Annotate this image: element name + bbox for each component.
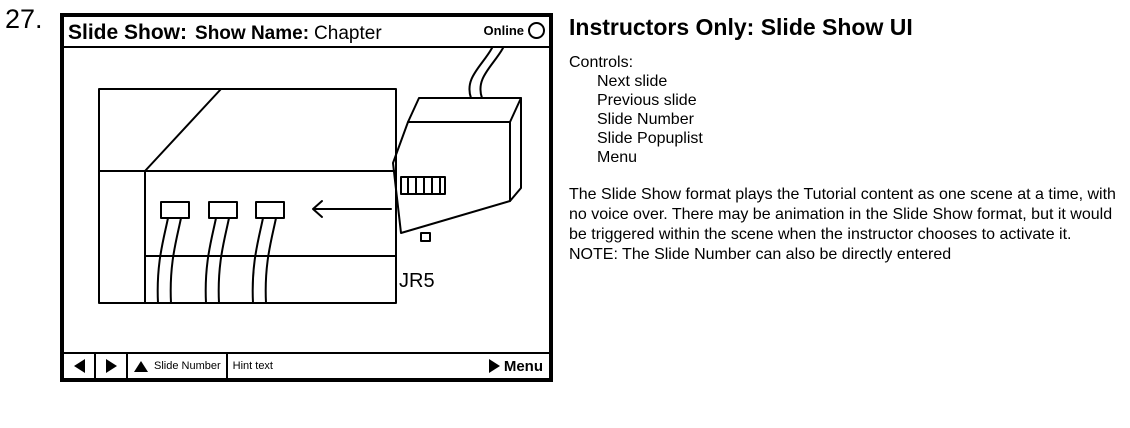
cable-2a [204,217,217,304]
show-name-label: Show Name: [195,23,310,44]
show-name-value: Chapter [314,23,382,44]
connector-cable-b [479,48,504,99]
notes-heading: Instructors Only: Slide Show UI [569,14,913,40]
slide-content: JR5 [98,48,522,304]
previous-slide-button[interactable] [64,354,96,378]
port-2 [208,201,238,219]
control-item: Next slide [597,73,668,91]
control-item: Slide Popuplist [597,130,703,148]
control-item: Slide Number [597,111,694,129]
device-front [98,170,146,304]
port-3 [255,201,285,219]
cable-2b [217,217,230,304]
item-number: 27. [5,4,43,34]
circle-icon [528,22,545,39]
connector-label: JR5 [399,270,435,292]
cable-1a [156,217,169,304]
note-paragraph: NOTE: The Slide Number can also be direc… [569,246,952,264]
online-status: Online [484,22,545,39]
connector-top [407,97,522,123]
menu-button[interactable]: Menu [488,354,549,378]
device-outline [98,88,397,304]
connector-side [509,97,522,202]
triangle-right-icon [488,359,500,373]
slide-number-popup[interactable]: Slide Number [128,354,228,378]
title-bar: Slide Show: Show Name: Chapter Online [64,17,549,48]
online-status-label: Online [483,23,524,38]
window-title: Slide Show: Show Name: Chapter [68,21,382,45]
device-diagonal [144,88,222,172]
cable-1b [169,217,182,304]
menu-label: Menu [503,357,543,375]
slide-show-window: Slide Show: Show Name: Chapter Online JR… [60,13,553,382]
control-item: Previous slide [597,92,697,110]
cable-3a [251,217,264,304]
instructor-notes: Instructors Only: Slide Show UI Controls… [569,14,1125,265]
window-title-text: Slide Show: [68,21,188,44]
next-slide-button[interactable] [96,354,128,378]
triangle-right-icon [105,359,117,373]
hint-text: Hint text [232,360,273,372]
connector-tab [420,232,431,242]
cable-3b [264,217,277,304]
triangle-left-icon [73,359,85,373]
control-item: Menu [597,149,638,167]
port-1 [160,201,190,219]
controls-label: Controls: [569,54,634,72]
triangle-up-icon [134,360,148,372]
description-paragraph: The Slide Show format plays the Tutorial… [569,186,1116,244]
controls-list: Next slide Previous slide Slide Number S… [569,72,1125,167]
bottom-bar: Slide Number Hint text Menu [64,352,549,378]
slide-number-label: Slide Number [154,360,221,372]
